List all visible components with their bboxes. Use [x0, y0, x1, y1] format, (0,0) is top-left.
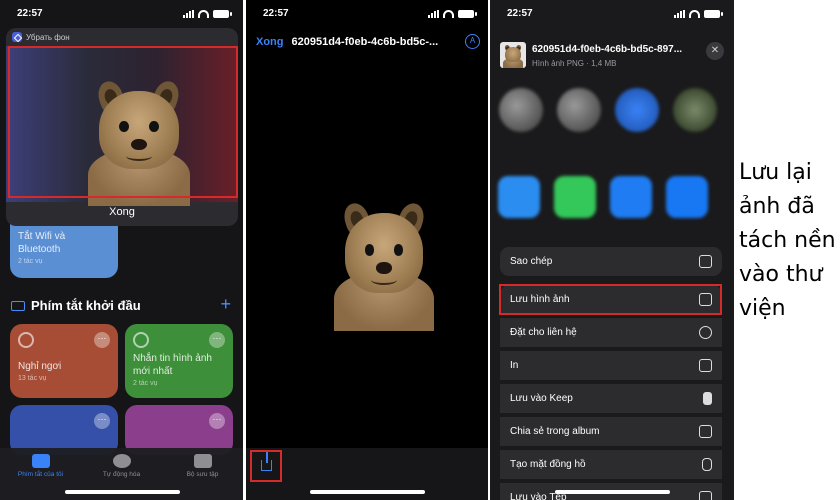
avatar[interactable]: [673, 88, 717, 132]
section-title: Phím tắt khởi đầu: [11, 298, 141, 313]
avatar[interactable]: [615, 88, 659, 132]
tile-subtitle: 13 tác vụ: [18, 375, 47, 382]
contact-icon: [699, 326, 712, 339]
clock-check-icon: [112, 454, 131, 468]
instruction-caption: Lưu lại ảnh đã tách nền vào thư viện: [739, 160, 836, 321]
facebook-icon[interactable]: [666, 176, 708, 218]
battery-icon: [458, 10, 477, 18]
wifi-icon: [689, 10, 700, 18]
markup-icon[interactable]: A: [465, 34, 480, 49]
tile-nhan-tin[interactable]: ··· Nhắn tin hình ảnh mới nhất 2 tác vụ: [125, 324, 233, 398]
more-icon[interactable]: ···: [209, 332, 225, 348]
avatar[interactable]: [499, 88, 543, 132]
done-button[interactable]: Xong: [256, 36, 284, 48]
battery-icon: [704, 10, 723, 18]
airdrop-icon[interactable]: [498, 176, 540, 218]
file-name: 620951d4-f0eb-4c6b-bd5c-897...: [532, 44, 683, 55]
done-button[interactable]: Xong: [6, 206, 238, 218]
watch-icon: [702, 458, 712, 471]
highlight-box: [499, 284, 722, 315]
share-icon: [261, 452, 272, 471]
status-bar: 22:57: [0, 8, 243, 22]
action-share-album[interactable]: Chia sẻ trong album: [500, 417, 722, 446]
tile-title: Nhắn tin hình ảnh mới nhất: [133, 353, 212, 377]
viewer-nav-bar: Xong 620951d4-f0eb-4c6b-bd5c-... A: [256, 34, 480, 49]
remove-bg-result-card: Убрать фон Xong: [6, 28, 238, 226]
home-indicator: [555, 490, 670, 494]
tile-title: Nghỉ ngơi: [18, 361, 62, 372]
shortcuts-screen: 22:57 Tắt Wifi và Bluetooth 2 tác vụ Убр…: [0, 0, 243, 500]
battery-icon: [213, 10, 232, 18]
tile-subtitle: 2 tác vụ: [18, 258, 43, 265]
share-apps-row[interactable]: [498, 176, 734, 234]
quokka-image: [330, 198, 438, 332]
home-indicator: [310, 490, 425, 494]
message-icon: [133, 332, 149, 348]
grid-icon: [31, 454, 50, 468]
folder-icon: [699, 491, 712, 500]
action-copy[interactable]: Sao chép: [500, 247, 722, 276]
action-assign-contact[interactable]: Đặt cho liên hệ: [500, 318, 722, 347]
tile-subtitle: 2 tác vụ: [133, 380, 158, 387]
highlight-box: [8, 46, 238, 198]
share-contacts-row[interactable]: [498, 88, 734, 158]
wifi-icon: [443, 10, 454, 18]
signal-icon: [428, 10, 439, 18]
more-icon[interactable]: ···: [94, 413, 110, 429]
share-button[interactable]: [250, 450, 282, 482]
layers-icon: [193, 454, 212, 468]
more-icon[interactable]: ···: [209, 413, 225, 429]
file-name: 620951d4-f0eb-4c6b-bd5c-...: [291, 35, 439, 48]
tile-nghi-ngoi[interactable]: ··· Nghỉ ngơi 13 tác vụ: [10, 324, 118, 398]
image-canvas: [246, 56, 488, 448]
tile-title: Tắt Wifi và Bluetooth: [18, 231, 66, 255]
add-shortcut-button[interactable]: +: [220, 294, 231, 315]
bookmark-icon: [703, 392, 712, 405]
shortcut-app-icon: [12, 32, 22, 42]
share-header: 620951d4-f0eb-4c6b-bd5c-897... Hình ảnh …: [490, 32, 734, 86]
album-icon: [699, 425, 712, 438]
quokka-image: [502, 44, 524, 68]
shortcut-title: Убрать фон: [26, 32, 70, 42]
home-indicator: [64, 490, 180, 494]
status-time: 22:57: [507, 8, 533, 19]
file-thumbnail: [500, 42, 526, 68]
signal-icon: [183, 10, 194, 18]
timer-icon: [18, 332, 34, 348]
status-time: 22:57: [263, 8, 289, 19]
mail-icon[interactable]: [610, 176, 652, 218]
action-print[interactable]: In: [500, 351, 722, 380]
action-save-keep[interactable]: Lưu vào Keep: [500, 384, 722, 413]
signal-icon: [674, 10, 685, 18]
status-bar: 22:57: [490, 8, 734, 22]
print-icon: [699, 359, 712, 372]
more-icon[interactable]: ···: [94, 332, 110, 348]
wifi-icon: [198, 10, 209, 18]
image-viewer-screen: 22:57 Xong 620951d4-f0eb-4c6b-bd5c-... A: [246, 0, 488, 500]
share-sheet-screen: 22:57 620951d4-f0eb-4c6b-bd5c-897... Hìn…: [490, 0, 734, 500]
folder-icon: [11, 300, 25, 311]
avatar[interactable]: [557, 88, 601, 132]
messages-icon[interactable]: [554, 176, 596, 218]
file-meta: Hình ảnh PNG · 1,4 MB: [532, 59, 617, 68]
status-bar: 22:57: [246, 8, 488, 22]
status-time: 22:57: [17, 8, 43, 19]
action-watch-face[interactable]: Tạo mặt đồng hồ: [500, 450, 722, 479]
copy-icon: [699, 255, 712, 268]
close-button[interactable]: ✕: [706, 42, 724, 60]
